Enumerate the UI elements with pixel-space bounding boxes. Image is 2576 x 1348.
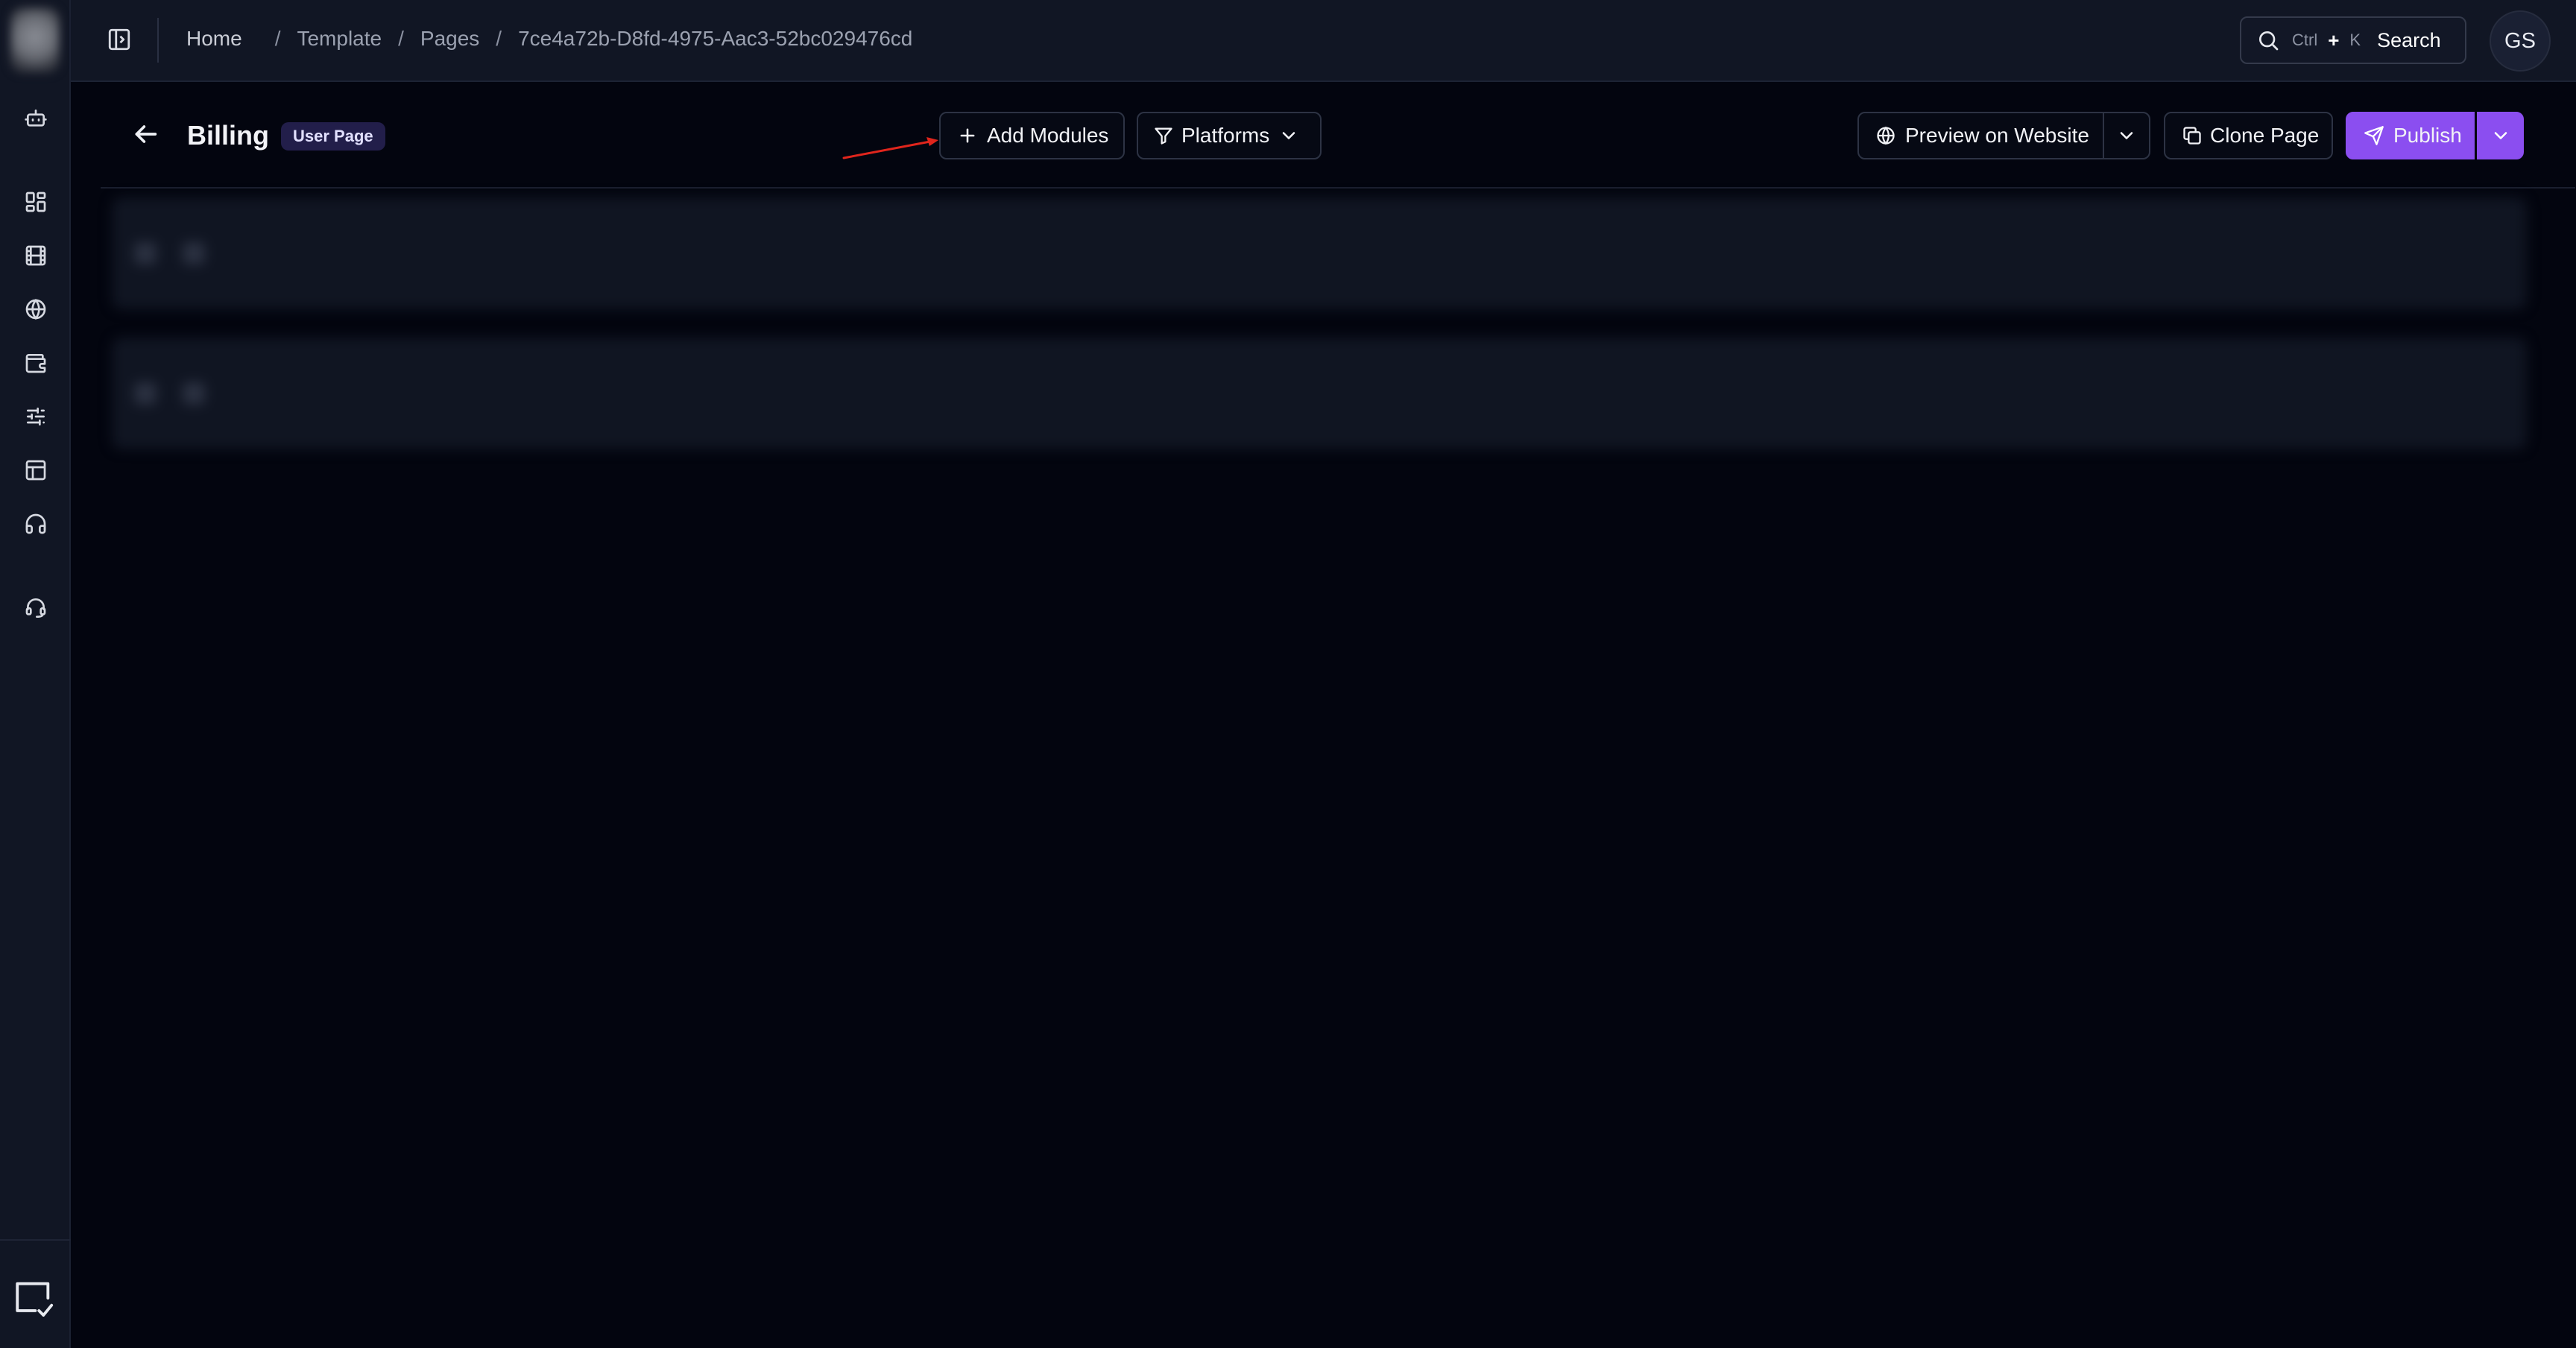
chevron-down-icon [2494, 132, 2507, 139]
layout-icon[interactable] [21, 455, 51, 485]
chevron-down-icon [2120, 132, 2133, 139]
bot-icon[interactable] [21, 104, 51, 133]
app-logo[interactable] [10, 7, 60, 73]
clone-page-button[interactable]: Clone Page [2164, 112, 2333, 159]
add-modules-button[interactable]: Add Modules [939, 112, 1125, 159]
film-icon[interactable] [21, 241, 51, 270]
page-header: Billing User Page Add Modules Platforms … [71, 82, 2576, 189]
dashboard-icon[interactable] [21, 187, 51, 217]
sidebar-divider [0, 1239, 71, 1241]
drag-handle-icon [134, 382, 157, 405]
publish-label: Publish [2393, 124, 2462, 147]
breadcrumb-separator: / [398, 27, 404, 50]
sidebar [0, 0, 71, 1348]
page-title: Billing [187, 120, 269, 151]
breadcrumb-pages[interactable]: Pages [420, 27, 479, 51]
search-label: Search [2377, 28, 2441, 51]
clone-page-label: Clone Page [2210, 124, 2320, 147]
module-row[interactable] [112, 197, 2527, 309]
chevron-down-icon [1282, 132, 1295, 139]
wallet-icon[interactable] [21, 348, 51, 378]
header-divider [101, 187, 2575, 189]
shortcut-plus: + [2328, 28, 2340, 51]
chevron-icon [183, 382, 205, 405]
plus-icon [960, 128, 975, 143]
send-icon [2364, 126, 2384, 145]
platforms-filter-button[interactable]: Platforms [1137, 112, 1322, 159]
copy-icon [2183, 127, 2201, 145]
breadcrumb-separator: / [274, 27, 281, 50]
filter-icon [1155, 127, 1172, 145]
drag-handle-icon [134, 242, 157, 265]
breadcrumb-template[interactable]: Template [297, 27, 382, 51]
preview-options-dropdown[interactable] [2103, 112, 2150, 159]
search-icon [2259, 31, 2279, 51]
shortcut-key-ctrl: Ctrl [2292, 31, 2318, 49]
breadcrumb: Home / Template / Pages / 7ce4a72b-D8fd-… [186, 27, 912, 51]
chevron-icon [183, 242, 205, 265]
breadcrumb-separator: / [496, 27, 502, 50]
publish-options-dropdown[interactable] [2477, 112, 2524, 159]
shortcut-key-k: K [2349, 31, 2361, 49]
divider [157, 18, 159, 63]
top-bar: Home / Template / Pages / 7ce4a72b-D8fd-… [71, 0, 2576, 82]
headphones-icon[interactable] [21, 509, 51, 539]
breadcrumb-page-id: 7ce4a72b-D8fd-4975-Aac3-52bc029476cd [518, 27, 913, 50]
module-row[interactable] [112, 338, 2527, 449]
preview-on-website-button[interactable]: Preview on Website [1857, 112, 2104, 159]
page-type-badge: User Page [281, 122, 385, 151]
preview-label: Preview on Website [1905, 124, 2089, 147]
panel-toggle-icon[interactable] [107, 27, 135, 55]
sliders-icon[interactable] [21, 402, 51, 431]
annotation-arrow-icon [842, 137, 938, 159]
globe-icon[interactable] [21, 294, 51, 324]
globe-icon [1877, 126, 1895, 145]
back-arrow-icon[interactable] [130, 119, 160, 149]
platforms-label: Platforms [1181, 124, 1270, 147]
add-modules-label: Add Modules [987, 124, 1109, 147]
headset-icon[interactable] [21, 592, 51, 622]
monitor-check-icon[interactable] [12, 1276, 55, 1320]
avatar[interactable]: GS [2490, 10, 2551, 72]
search-button[interactable]: Ctrl + K Search [2240, 16, 2466, 64]
breadcrumb-home[interactable]: Home [186, 27, 242, 51]
publish-button[interactable]: Publish [2346, 112, 2475, 159]
